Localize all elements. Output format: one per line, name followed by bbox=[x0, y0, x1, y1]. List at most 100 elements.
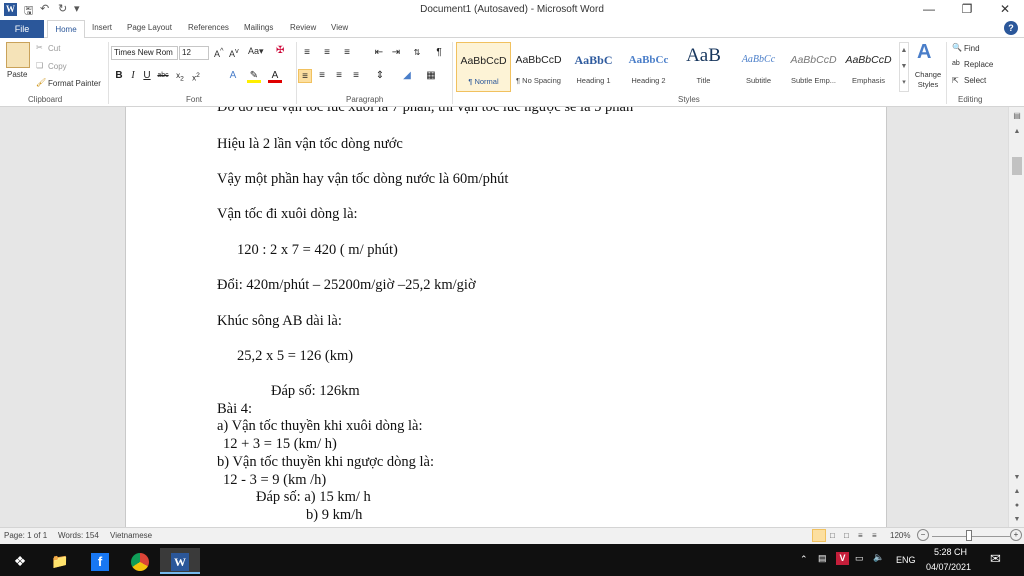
print-layout-view-icon[interactable] bbox=[812, 529, 826, 542]
browse-object-icon[interactable]: ● bbox=[1009, 499, 1024, 513]
style-emphasis[interactable]: AaBbCcD Emphasis bbox=[841, 42, 896, 92]
grow-font-icon[interactable]: A^ bbox=[214, 46, 224, 59]
clock-date[interactable]: 04/07/2021 bbox=[926, 562, 971, 572]
show-hidden-icons-icon[interactable]: ⌃ bbox=[800, 554, 808, 565]
scroll-down-arrow[interactable]: ▼ bbox=[1009, 471, 1024, 485]
shading-icon[interactable]: ◢ bbox=[400, 69, 414, 83]
previous-page-icon[interactable]: ▲ bbox=[1009, 485, 1024, 499]
styles-gallery-scroll[interactable]: ▲ ▼ ▾ bbox=[899, 42, 909, 92]
windows-start-icon[interactable]: ❖ bbox=[0, 548, 40, 574]
style-no-spacing[interactable]: AaBbCcD ¶ No Spacing bbox=[511, 42, 566, 92]
shrink-font-icon[interactable]: Av bbox=[229, 46, 239, 59]
style-heading-1[interactable]: AaBbC Heading 1 bbox=[566, 42, 621, 92]
format-painter-button[interactable]: Format Painter bbox=[48, 79, 101, 88]
superscript-icon[interactable]: x2 bbox=[189, 69, 203, 83]
language-indicator[interactable]: Vietnamese bbox=[110, 531, 152, 540]
web-layout-view-icon[interactable]: □ bbox=[844, 531, 849, 540]
facebook-icon[interactable]: f bbox=[80, 548, 120, 574]
cut-button[interactable]: Cut bbox=[48, 44, 60, 53]
zoom-level[interactable]: 120% bbox=[890, 531, 910, 540]
action-center-icon[interactable]: ✉ bbox=[990, 551, 1001, 567]
select-button[interactable]: Select bbox=[964, 76, 986, 85]
style-title[interactable]: AaB Title bbox=[676, 42, 731, 92]
highlight-color-icon[interactable]: ✎ bbox=[247, 69, 261, 83]
vertical-scrollbar[interactable]: ▤ ▲ ▼ ▲ ● ▼ bbox=[1008, 107, 1024, 527]
full-screen-view-icon[interactable]: □ bbox=[830, 531, 835, 540]
word-taskbar-icon[interactable]: W bbox=[160, 548, 200, 574]
copy-button[interactable]: Copy bbox=[48, 62, 67, 71]
paste-button[interactable]: Paste bbox=[7, 70, 27, 79]
restore-button[interactable]: ❐ bbox=[952, 2, 982, 16]
multilevel-list-icon[interactable]: ≡ bbox=[340, 46, 354, 60]
numbering-icon[interactable]: ≡ bbox=[320, 46, 334, 60]
group-divider bbox=[452, 42, 453, 104]
styles-group-label: Styles bbox=[678, 95, 700, 104]
underline-icon[interactable]: U bbox=[140, 69, 154, 83]
style-subtitle[interactable]: AaBbCc Subtitle bbox=[731, 42, 786, 92]
scroll-up-arrow[interactable]: ▲ bbox=[1009, 125, 1024, 139]
file-explorer-icon[interactable]: 📁 bbox=[40, 548, 80, 574]
style-preview: AaBbCcD bbox=[790, 54, 837, 66]
scrollbar-thumb[interactable] bbox=[1012, 157, 1022, 175]
italic-icon[interactable]: I bbox=[126, 69, 140, 83]
clock-time[interactable]: 5:28 CH bbox=[934, 547, 967, 557]
subscript-icon[interactable]: x2 bbox=[173, 69, 187, 83]
align-left-icon[interactable]: ≡ bbox=[298, 69, 312, 83]
font-size-combobox[interactable]: 12 bbox=[179, 46, 209, 60]
font-color-icon[interactable]: A bbox=[268, 69, 282, 83]
sort-icon[interactable]: ⇅ bbox=[410, 46, 424, 60]
outline-view-icon[interactable]: ≡ bbox=[858, 531, 863, 540]
borders-icon[interactable]: ▦ bbox=[424, 69, 438, 83]
tab-review[interactable]: Review bbox=[290, 23, 316, 32]
word-count[interactable]: Words: 154 bbox=[58, 531, 99, 540]
clear-formatting-icon[interactable]: ✠ bbox=[276, 45, 284, 56]
align-center-icon[interactable]: ≡ bbox=[315, 69, 329, 83]
line-spacing-icon[interactable]: ⇕ bbox=[373, 69, 387, 83]
ruler-toggle-icon[interactable]: ▤ bbox=[1009, 109, 1024, 123]
style-heading-2[interactable]: AaBbCc Heading 2 bbox=[621, 42, 676, 92]
volume-icon[interactable]: 🔈 bbox=[873, 552, 884, 563]
zoom-slider-thumb[interactable] bbox=[966, 530, 972, 541]
change-styles-button[interactable]: Change Styles bbox=[913, 70, 943, 90]
paste-icon[interactable] bbox=[6, 42, 30, 68]
unikey-icon[interactable]: V bbox=[836, 552, 849, 565]
decrease-indent-icon[interactable]: ⇤ bbox=[372, 46, 386, 60]
replace-icon: ab bbox=[952, 60, 960, 67]
page-count[interactable]: Page: 1 of 1 bbox=[4, 531, 47, 540]
zoom-out-icon[interactable]: − bbox=[917, 529, 929, 541]
replace-button[interactable]: Replace bbox=[964, 60, 993, 69]
change-case-icon[interactable]: Aa▾ bbox=[248, 46, 264, 57]
network-icon[interactable]: ▤ bbox=[818, 553, 827, 564]
document-page[interactable]: Do đó nếu vận tốc lúc xuôi là 7 phần, th… bbox=[125, 107, 887, 527]
tab-file[interactable]: File bbox=[0, 20, 44, 38]
help-icon[interactable]: ? bbox=[1004, 21, 1018, 35]
font-group-label: Font bbox=[186, 95, 203, 104]
tab-home[interactable]: Home bbox=[47, 20, 85, 39]
style-normal[interactable]: AaBbCcD ¶ Normal bbox=[456, 42, 511, 92]
strikethrough-icon[interactable]: abc bbox=[156, 69, 170, 83]
tab-view[interactable]: View bbox=[331, 23, 348, 32]
tab-references[interactable]: References bbox=[188, 23, 229, 32]
style-subtle-emphasis[interactable]: AaBbCcD Subtle Emp... bbox=[786, 42, 841, 92]
tab-mailings[interactable]: Mailings bbox=[244, 23, 273, 32]
next-page-icon[interactable]: ▼ bbox=[1009, 513, 1024, 527]
draft-view-icon[interactable]: ≡ bbox=[872, 531, 877, 540]
chrome-icon[interactable] bbox=[120, 548, 160, 574]
find-button[interactable]: Find bbox=[964, 44, 980, 53]
input-language-indicator[interactable]: ENG bbox=[896, 555, 916, 565]
tab-page-layout[interactable]: Page Layout bbox=[127, 23, 172, 32]
text-effects-icon[interactable]: A bbox=[226, 69, 240, 83]
close-button[interactable]: ✕ bbox=[990, 2, 1020, 16]
battery-icon[interactable]: ▭ bbox=[855, 553, 864, 564]
bullets-icon[interactable]: ≡ bbox=[300, 46, 314, 60]
change-styles-icon[interactable]: A bbox=[917, 41, 931, 64]
align-right-icon[interactable]: ≡ bbox=[332, 69, 346, 83]
justify-icon[interactable]: ≡ bbox=[349, 69, 363, 83]
minimize-button[interactable]: — bbox=[914, 2, 944, 16]
increase-indent-icon[interactable]: ⇥ bbox=[389, 46, 403, 60]
zoom-in-icon[interactable]: + bbox=[1010, 529, 1022, 541]
bold-icon[interactable]: B bbox=[112, 69, 126, 83]
show-formatting-marks-icon[interactable]: ¶ bbox=[432, 46, 446, 60]
tab-insert[interactable]: Insert bbox=[92, 23, 112, 32]
font-name-combobox[interactable]: Times New Rom bbox=[111, 46, 178, 60]
